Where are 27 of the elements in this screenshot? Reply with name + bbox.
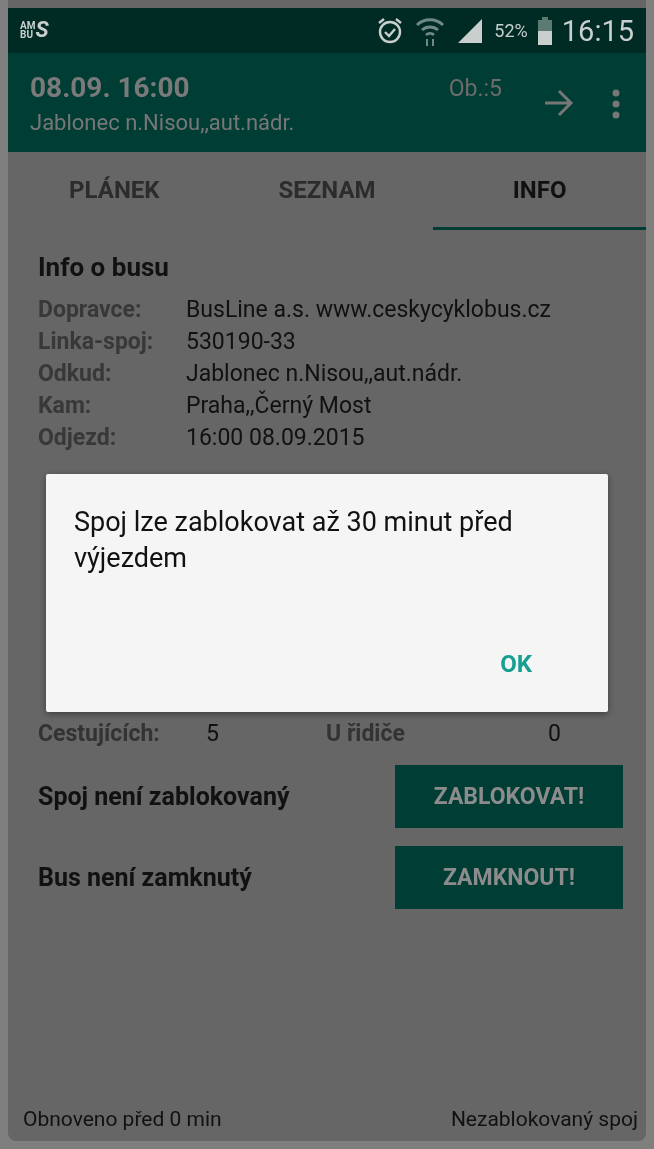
station-name: Jablonec n.Nisou,,aut.nádr. xyxy=(30,110,295,135)
more-menu-icon[interactable] xyxy=(612,89,620,119)
passengers-count: 5 xyxy=(206,720,220,747)
action-button[interactable]: ZABLOKOVAT! xyxy=(395,765,623,828)
dialog-message: Spoj lze zablokovat až 30 minut před výjezdem xyxy=(74,505,514,576)
section-heading: Info o busu xyxy=(38,252,170,282)
departure-datetime: 08.09. 16:00 xyxy=(30,71,191,104)
status-text: Spoj není zablokovaný xyxy=(38,782,290,811)
ok-button[interactable]: OK xyxy=(490,646,542,682)
info-value: 530190-33 xyxy=(186,327,296,357)
tab[interactable]: PLÁNEK xyxy=(8,152,221,230)
info-value: Praha,,Černý Most xyxy=(186,390,372,421)
refresh-status: Obnoveno před 0 min xyxy=(23,1107,222,1131)
info-value: BusLine a.s. www.ceskycyklobus.cz xyxy=(186,295,551,325)
tab[interactable]: SEZNAM xyxy=(220,152,434,230)
battery-percent: 52% xyxy=(494,20,528,41)
status-text: Bus není zamknutý xyxy=(38,863,252,892)
clock-time: 16:15 xyxy=(561,13,634,48)
tab[interactable]: INFO xyxy=(433,152,646,230)
action-button[interactable]: ZAMKNOUT! xyxy=(395,846,623,909)
info-value: Jablonec n.Nisou,,aut.nádr. xyxy=(186,359,463,389)
driver-count: 0 xyxy=(548,720,561,747)
arrow-right-icon[interactable] xyxy=(544,89,574,117)
info-value: 16:00 08.09.2015 xyxy=(186,423,365,453)
block-status: Nezablokovaný spoj xyxy=(450,1107,638,1131)
battery-icon xyxy=(537,16,552,45)
occupancy-count: Ob.:5 xyxy=(448,75,502,102)
